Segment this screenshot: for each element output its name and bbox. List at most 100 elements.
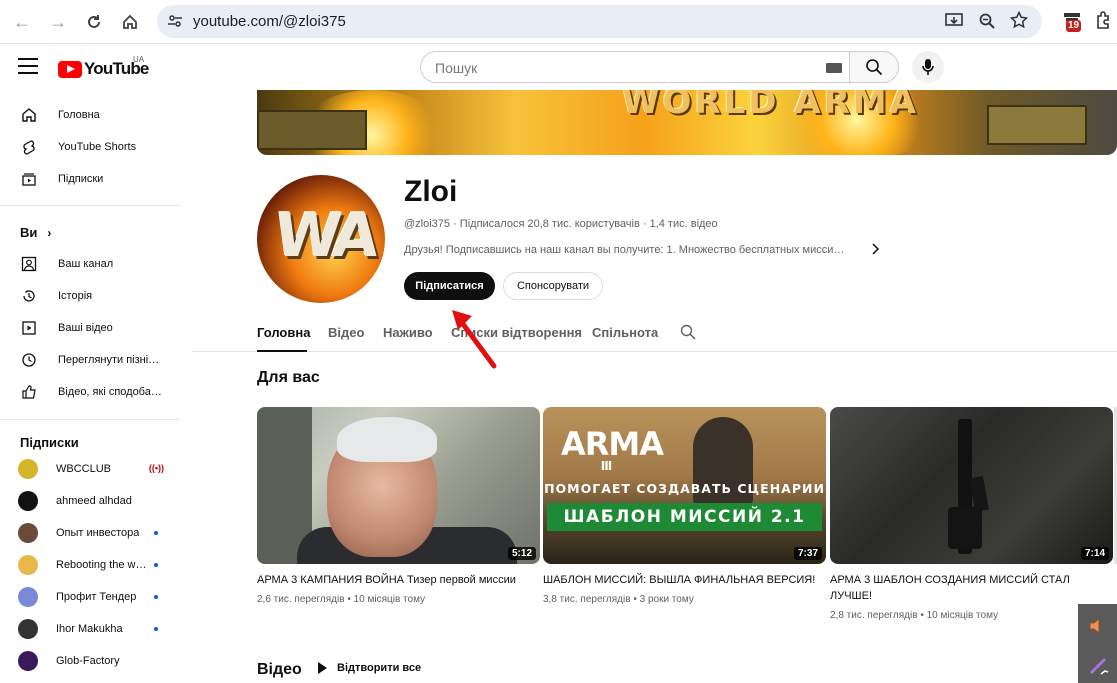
subscribe-button[interactable]: Підписатися (404, 272, 495, 300)
channel-banner: WORLD ARMA (257, 90, 1117, 155)
duration-badge: 5:12 (507, 547, 536, 560)
subscription-item[interactable]: WBCCLUB ((•)) (12, 453, 180, 485)
site-info-icon[interactable] (167, 13, 183, 29)
menu-hamburger-icon[interactable] (18, 58, 38, 74)
thumbnail-caption: ПОМОГАЕТ СОЗДАВАТЬ СЦЕНАРИИ (544, 481, 825, 496)
home-icon (18, 104, 40, 126)
channel-tabs: Головна Відео Наживо Списки відтворення … (192, 312, 1117, 352)
avatar (18, 555, 38, 575)
chevron-right-icon[interactable] (868, 242, 882, 256)
new-content-dot (154, 627, 158, 631)
video-meta: 3,8 тис. переглядів • 3 роки тому (543, 594, 694, 605)
video-thumbnail[interactable]: 7:14 (830, 407, 1113, 564)
play-all-button[interactable]: Відтворити все (318, 662, 421, 674)
reload-icon[interactable] (81, 9, 107, 35)
subscription-item[interactable]: ahmeed alhdad (12, 485, 180, 517)
new-content-dot (154, 595, 158, 599)
avatar (18, 491, 38, 511)
play-icon (318, 662, 327, 674)
section-title-videos: Відео (257, 661, 302, 678)
duration-badge: 7:37 (793, 547, 822, 560)
sidebar-divider (0, 205, 180, 206)
banner-title: WORLD ARMA (622, 90, 919, 122)
subscription-item[interactable]: Rebooting the w… (12, 549, 180, 581)
tab-videos[interactable]: Відео (328, 325, 364, 340)
video-meta: 2,6 тис. переглядів • 10 місяців тому (257, 594, 426, 605)
extension-badge: 19 (1066, 20, 1082, 32)
sidebar-item-subscriptions[interactable]: Підписки (12, 163, 180, 195)
pen-icon[interactable] (1087, 654, 1109, 676)
subscriptions-icon (18, 168, 40, 190)
address-bar[interactable]: youtube.com/@zloi375 (157, 5, 1042, 38)
search-icon[interactable] (680, 324, 696, 340)
sidebar-item-liked[interactable]: Відео, які сподоба… (12, 376, 180, 408)
sidebar-item-watch-later[interactable]: Переглянути пізні… (12, 344, 180, 376)
youtube-logo[interactable]: YouTube UA (58, 55, 149, 79)
subscription-item[interactable]: Ihor Makukha (12, 613, 180, 645)
install-app-icon[interactable] (945, 12, 963, 30)
tab-community[interactable]: Спільнота (592, 325, 658, 340)
speaker-icon[interactable] (1087, 616, 1107, 636)
video-card[interactable]: 5:12 АРМА 3 КАМПАНИЯ ВОЙНА Тизер первой … (257, 407, 540, 605)
back-icon[interactable]: ← (9, 9, 35, 35)
your-videos-icon (18, 317, 40, 339)
video-title[interactable]: АРМА 3 КАМПАНИЯ ВОЙНА Тизер первой мисси… (257, 572, 532, 588)
duration-badge: 7:14 (1080, 547, 1109, 560)
history-icon (18, 285, 40, 307)
keyboard-icon[interactable] (826, 63, 842, 73)
arma-logo: ARMA III (561, 425, 664, 473)
extensions-puzzle-icon[interactable] (1094, 10, 1116, 32)
avatar (18, 587, 38, 607)
video-card[interactable]: 7:14 АРМА 3 ШАБЛОН СОЗДАНИЯ МИССИЙ СТАЛ … (830, 407, 1113, 621)
subscription-item[interactable]: Профит Тендер (12, 581, 180, 613)
sidebar-you-heading[interactable]: Ви › (20, 225, 51, 240)
avatar (18, 523, 38, 543)
channel-name: Zloi (404, 175, 458, 208)
tab-live[interactable]: Наживо (383, 325, 433, 340)
active-tab-indicator (257, 350, 307, 352)
liked-icon (18, 381, 40, 403)
thumbnail-banner: ШАБЛОН МИССИЙ 2.1 (547, 503, 822, 531)
sponsor-button[interactable]: Спонсорувати (503, 272, 603, 300)
live-icon: ((•)) (148, 463, 164, 473)
video-title[interactable]: ШАБЛОН МИССИЙ: ВЫШЛА ФИНАЛЬНАЯ ВЕРСИЯ! (543, 572, 818, 588)
voice-search-button[interactable] (912, 51, 944, 83)
video-meta: 2,8 тис. переглядів • 10 місяців тому (830, 610, 999, 621)
sidebar-item-home[interactable]: Головна (12, 99, 180, 131)
youtube-play-icon (58, 60, 82, 78)
home-button-icon[interactable] (117, 9, 143, 35)
video-title[interactable]: АРМА 3 ШАБЛОН СОЗДАНИЯ МИССИЙ СТАЛ ЛУЧШЕ… (830, 572, 1105, 604)
channel-meta: @zloi375 · Підписалося 20,8 тис. користу… (404, 218, 718, 230)
zoom-icon[interactable] (978, 12, 996, 30)
video-card[interactable]: ARMA III ПОМОГАЕТ СОЗДАВАТЬ СЦЕНАРИИ ШАБ… (543, 407, 826, 605)
sidebar-item-your-channel[interactable]: Ваш канал (12, 248, 180, 280)
sidebar: Головна YouTube Shorts Підписки Ви › Ваш… (0, 90, 192, 683)
sidebar-item-your-videos[interactable]: Ваші відео (12, 312, 180, 344)
video-thumbnail[interactable]: 5:12 (257, 407, 540, 564)
avatar (18, 651, 38, 671)
sidebar-item-history[interactable]: Історія (12, 280, 180, 312)
your-channel-icon (18, 253, 40, 275)
subscription-item[interactable]: Опыт инвестора (12, 517, 180, 549)
sidebar-item-shorts[interactable]: YouTube Shorts (12, 131, 180, 163)
channel-avatar[interactable]: WA (257, 175, 385, 303)
forward-icon[interactable]: → (45, 9, 71, 35)
tab-home[interactable]: Головна (257, 325, 310, 340)
watch-later-icon (18, 349, 40, 371)
section-title-for-you: Для вас (257, 369, 320, 386)
video-thumbnail[interactable]: ARMA III ПОМОГАЕТ СОЗДАВАТЬ СЦЕНАРИИ ШАБ… (543, 407, 826, 564)
sidebar-subscriptions-heading: Підписки (20, 435, 79, 450)
sidebar-divider (0, 419, 180, 420)
search-input[interactable]: Пошук (420, 51, 850, 83)
search-button[interactable] (849, 51, 899, 83)
channel-description[interactable]: Друзья! Подписавшись на наш канал вы пол… (404, 244, 859, 256)
new-content-dot (154, 563, 158, 567)
subscription-item[interactable]: Glob-Factory (12, 645, 180, 677)
browser-toolbar: ← → youtube.com/@zloi375 19 (0, 0, 1117, 44)
bookmark-star-icon[interactable] (1010, 11, 1028, 29)
search-icon (866, 59, 883, 76)
shorts-icon (18, 136, 40, 158)
annotation-arrow-icon (452, 310, 497, 369)
avatar (18, 459, 38, 479)
chevron-right-icon: › (47, 225, 52, 240)
